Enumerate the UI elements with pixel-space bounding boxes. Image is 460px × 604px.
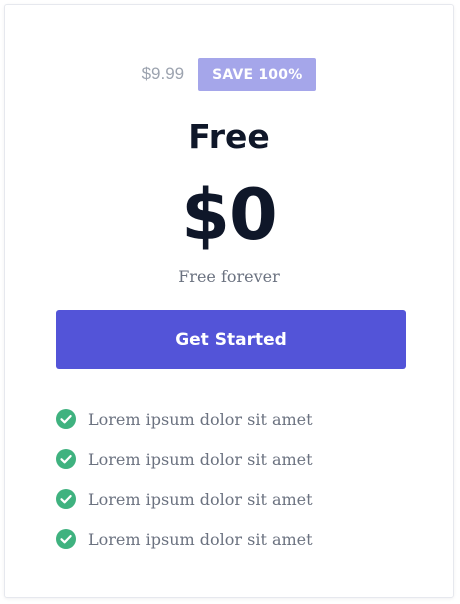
feature-text: Lorem ipsum dolor sit amet xyxy=(88,489,313,509)
feature-text: Lorem ipsum dolor sit amet xyxy=(88,409,313,429)
feature-item: Lorem ipsum dolor sit amet xyxy=(56,399,313,439)
original-price: $9.99 xyxy=(141,64,185,83)
check-circle-icon xyxy=(56,449,76,469)
price-subtitle: Free forever xyxy=(178,267,280,286)
feature-item: Lorem ipsum dolor sit amet xyxy=(56,479,313,519)
check-circle-icon xyxy=(56,409,76,429)
pricing-card: $9.99 SAVE 100% Free $0 Free forever Get… xyxy=(4,4,454,598)
get-started-button[interactable]: Get Started xyxy=(56,310,406,369)
feature-list: Lorem ipsum dolor sit amet Lorem ipsum d… xyxy=(56,399,313,559)
price-row: $9.99 SAVE 100% xyxy=(5,56,453,92)
feature-text: Lorem ipsum dolor sit amet xyxy=(88,449,313,469)
price: $0 xyxy=(181,174,277,256)
plan-name: Free xyxy=(188,117,270,156)
save-badge: SAVE 100% xyxy=(198,57,317,91)
check-circle-icon xyxy=(56,489,76,509)
check-circle-icon xyxy=(56,529,76,549)
feature-text: Lorem ipsum dolor sit amet xyxy=(88,529,313,549)
feature-item: Lorem ipsum dolor sit amet xyxy=(56,519,313,559)
feature-item: Lorem ipsum dolor sit amet xyxy=(56,439,313,479)
